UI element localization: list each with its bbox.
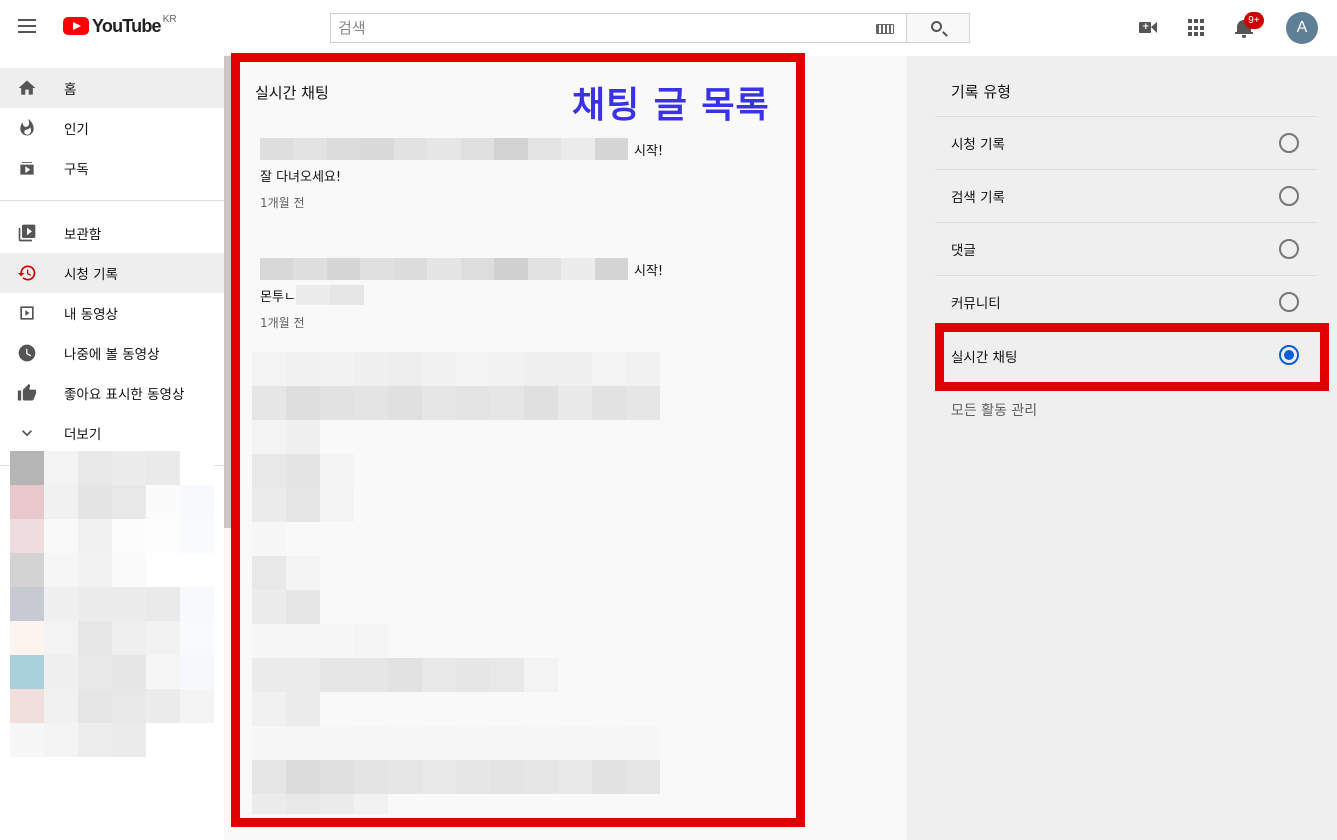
sidebar-item-show-more[interactable]: 더보기: [0, 413, 224, 453]
sidebar-item-label: 내 동영상: [64, 307, 118, 323]
history-type-label: 댓글: [951, 243, 976, 259]
chat-entry-time: 1개월 전: [260, 316, 305, 330]
live-chat-history-panel: 실시간 채팅 시작! 잘 다녀오세요! 1개월 전 시작! 몬투ㄴ 1개월 전: [248, 62, 794, 817]
radio-button[interactable]: [1279, 292, 1299, 312]
sidebar-item-label: 보관함: [64, 227, 102, 243]
history-icon: [17, 265, 36, 281]
notification-badge: 9+: [1244, 12, 1264, 29]
radio-button[interactable]: [1279, 239, 1299, 259]
chat-entry[interactable]: 시작! 잘 다녀오세요! 1개월 전: [260, 138, 680, 211]
chat-entry-message: 잘 다녀오세요!: [260, 169, 342, 185]
home-icon: [18, 80, 36, 95]
sidebar-item-label: 구독: [64, 162, 89, 178]
sidebar-item-label: 인기: [64, 122, 89, 138]
chat-entry-video-title[interactable]: 시작!: [260, 258, 680, 280]
sidebar-item-label: 좋아요 표시한 동영상: [64, 387, 185, 403]
pixelated-message-part: [295, 285, 364, 305]
search-input[interactable]: [331, 14, 851, 42]
apps-grid-icon[interactable]: [1184, 16, 1208, 40]
chat-entry-message-text: 몬투ㄴ: [260, 289, 296, 305]
top-bar: YouTube KR + 9+ A: [0, 0, 1337, 56]
logo-country-code: KR: [162, 14, 177, 25]
sidebar-item-trending[interactable]: 인기: [0, 108, 224, 148]
chat-entry-video-title[interactable]: 시작!: [260, 138, 680, 160]
chat-entry-message: 몬투ㄴ: [260, 285, 680, 305]
logo-text: YouTube: [92, 16, 162, 36]
history-type-panel: 기록 유형 시청 기록 검색 기록 댓글 커뮤니티 실시간 채팅 모든 활동 관…: [907, 56, 1337, 840]
sidebar-item-label: 나중에 볼 동영상: [64, 347, 160, 363]
history-type-watch[interactable]: 시청 기록: [935, 117, 1317, 170]
sidebar-item-label: 홈: [64, 82, 77, 98]
search-box: [330, 13, 906, 43]
youtube-logo[interactable]: YouTube KR: [63, 14, 177, 36]
radio-button-selected[interactable]: [1279, 345, 1299, 365]
history-type-list: 시청 기록 검색 기록 댓글 커뮤니티 실시간 채팅: [935, 116, 1317, 382]
history-type-label: 커뮤니티: [951, 296, 1001, 312]
my-videos-icon: [20, 306, 34, 320]
sidebar-divider: [0, 200, 224, 201]
library-icon: [18, 224, 36, 242]
panel-title: 실시간 채팅: [255, 84, 329, 102]
sidebar-item-library[interactable]: 보관함: [0, 213, 224, 253]
pixelated-video-title: [260, 258, 628, 280]
chevron-down-icon: [22, 430, 32, 437]
radio-button[interactable]: [1279, 186, 1299, 206]
sidebar-item-watch-later[interactable]: 나중에 볼 동영상: [0, 333, 224, 373]
history-type-label: 검색 기록: [951, 190, 1005, 206]
radio-button[interactable]: [1279, 133, 1299, 153]
sidebar-item-my-videos[interactable]: 내 동영상: [0, 293, 224, 333]
chat-entry-title-suffix: 시작!: [634, 143, 664, 159]
sidebar-item-label: 시청 기록: [64, 267, 118, 283]
chat-entry-time: 1개월 전: [260, 196, 305, 210]
history-type-label: 실시간 채팅: [951, 349, 1018, 366]
subscriptions-icon: [20, 162, 34, 175]
avatar[interactable]: A: [1286, 12, 1318, 44]
chat-entry[interactable]: 시작! 몬투ㄴ 1개월 전: [260, 258, 680, 331]
search-icon: [931, 21, 942, 32]
sidebar-item-label: 더보기: [64, 427, 102, 443]
history-type-comments[interactable]: 댓글: [935, 223, 1317, 276]
hamburger-menu-icon[interactable]: [14, 16, 40, 40]
fire-icon: [20, 118, 34, 136]
history-type-search[interactable]: 검색 기록: [935, 170, 1317, 223]
sidebar-item-history[interactable]: 시청 기록: [0, 253, 224, 293]
sidebar-item-home[interactable]: 홈: [0, 68, 224, 108]
like-icon: [17, 383, 37, 401]
youtube-play-icon: [63, 17, 89, 35]
subscription-list-pixelated: [10, 451, 214, 757]
pixelated-video-title: [260, 138, 628, 160]
manage-all-activity-link[interactable]: 모든 활동 관리: [951, 400, 1037, 420]
search-button[interactable]: [906, 13, 970, 43]
sidebar-item-liked-videos[interactable]: 좋아요 표시한 동영상: [0, 373, 224, 413]
annotation-label: 채팅 글 목록: [572, 85, 770, 126]
create-video-icon[interactable]: +: [1136, 16, 1160, 40]
pixelated-chat-entries: [252, 352, 660, 814]
sidebar-item-subscriptions[interactable]: 구독: [0, 148, 224, 188]
history-type-community[interactable]: 커뮤니티: [935, 276, 1317, 329]
history-type-title: 기록 유형: [951, 83, 1011, 101]
history-type-live-chat[interactable]: 실시간 채팅: [935, 329, 1317, 382]
sidebar-scrollbar[interactable]: [224, 56, 232, 528]
watch-later-icon: [18, 344, 36, 362]
chat-entry-title-suffix: 시작!: [634, 263, 664, 279]
keyboard-icon[interactable]: [876, 24, 894, 34]
history-type-label: 시청 기록: [951, 137, 1005, 153]
